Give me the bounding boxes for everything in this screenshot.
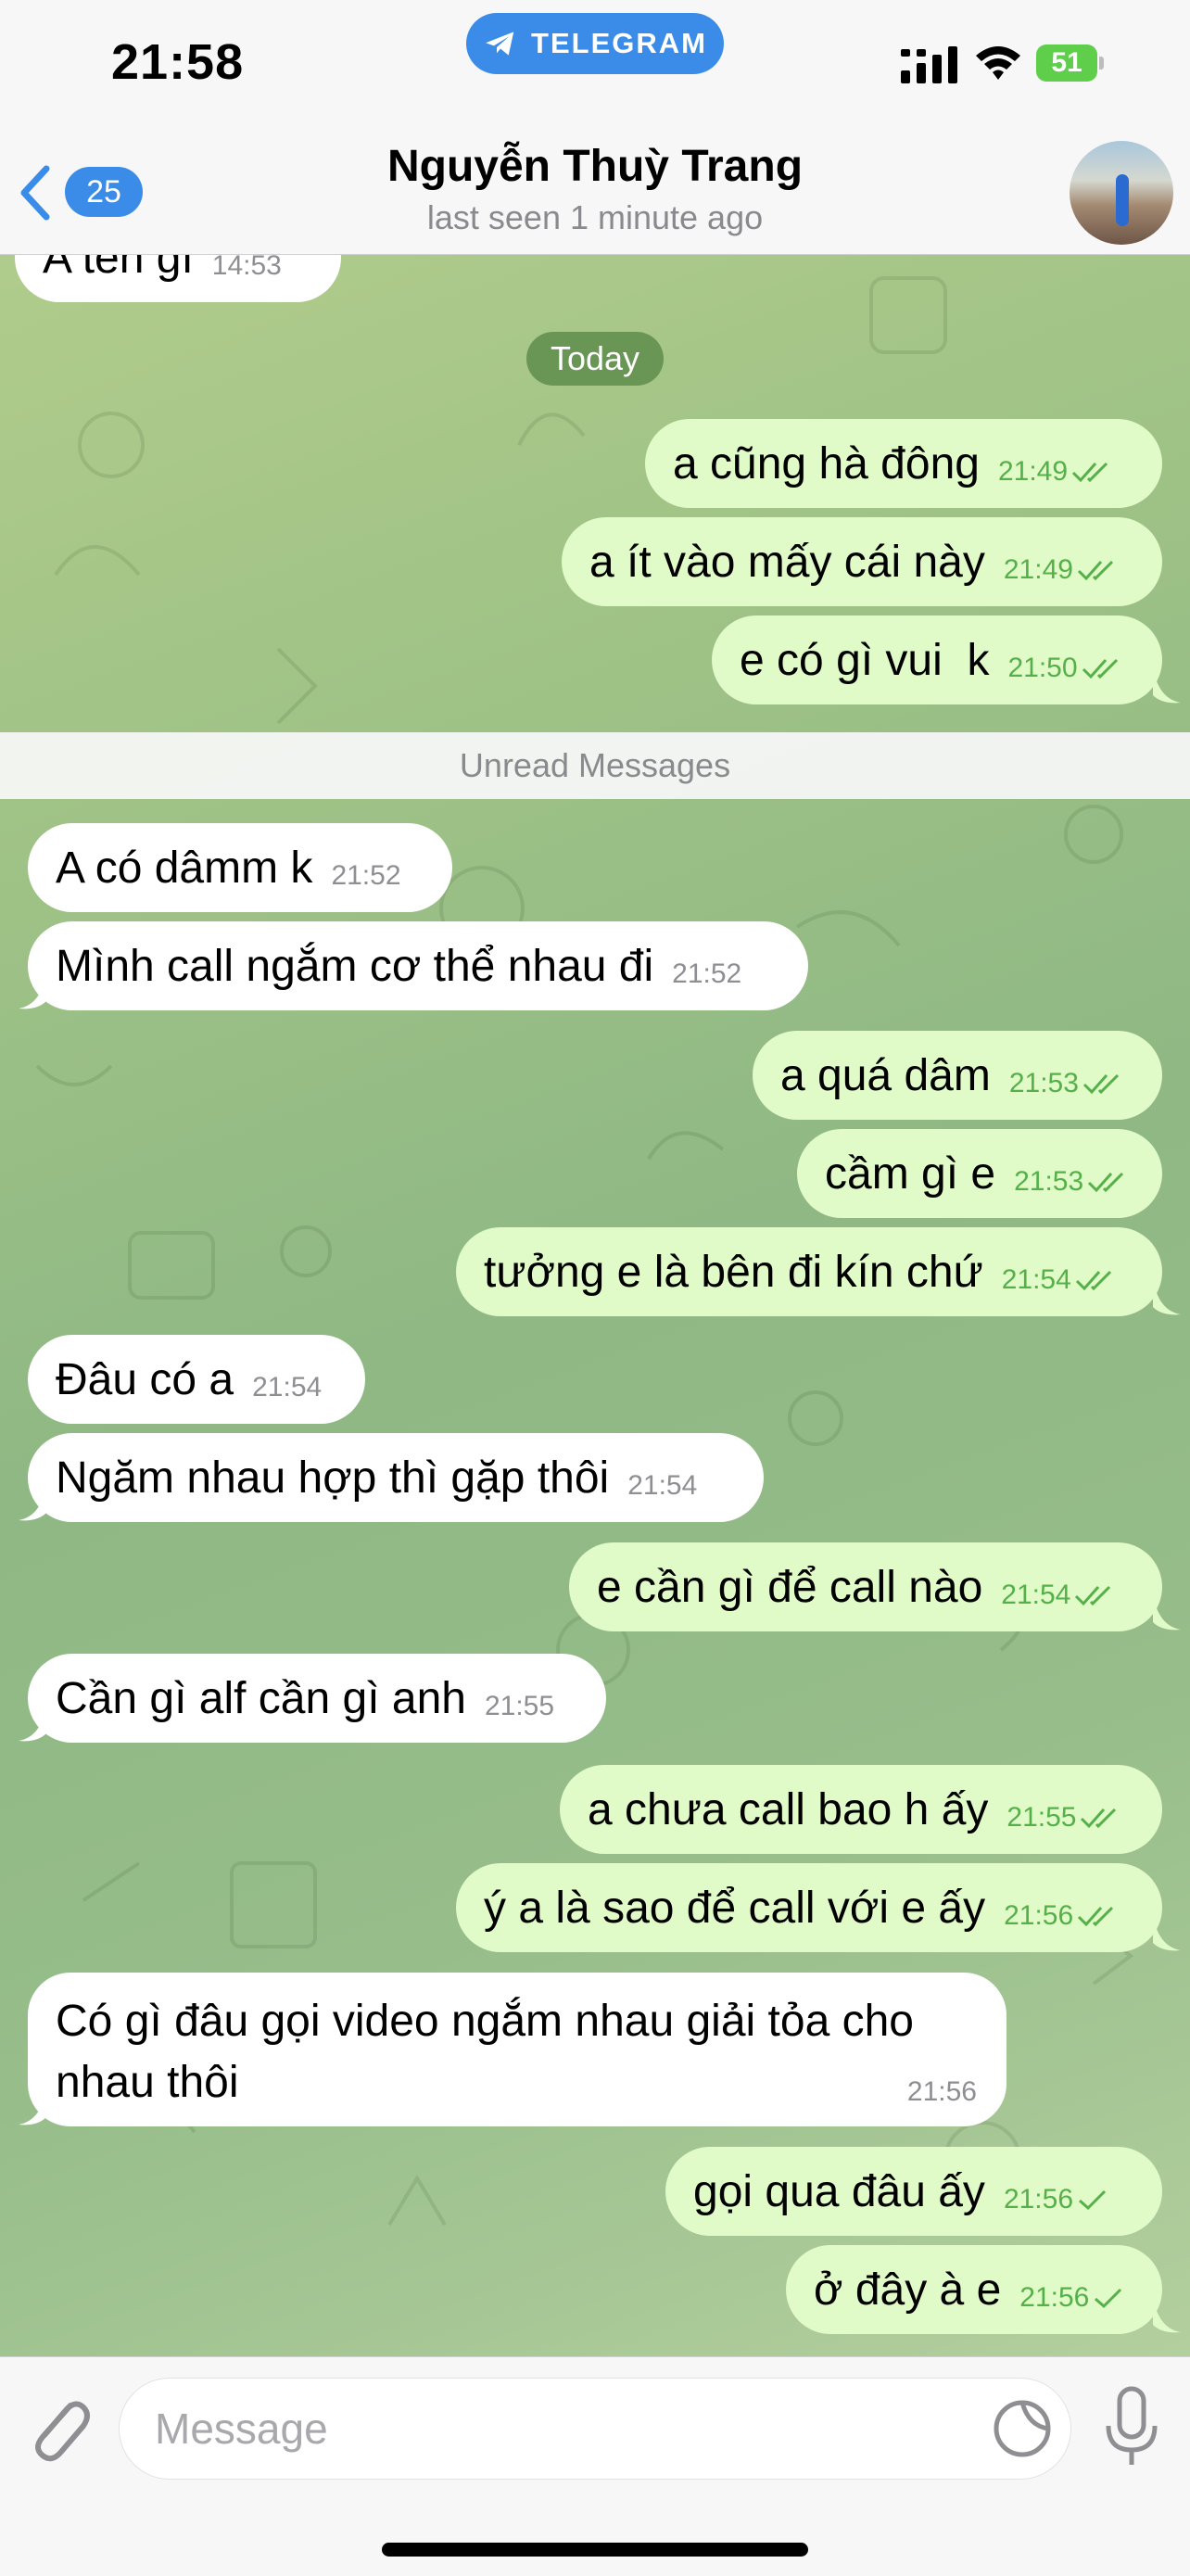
- chat-header: 25 Nguyễn Thuỳ Trang last seen 1 minute …: [0, 93, 1190, 255]
- date-separator: Today: [526, 332, 664, 386]
- message-text: a quá dâm: [780, 1050, 991, 1100]
- message-text: e cần gì để call nào: [597, 1562, 983, 1612]
- message-text: Có gì đâu gọi video ngắm nhau giải tỏa c…: [56, 1997, 914, 2107]
- message-text: e có gì vui k: [740, 635, 990, 685]
- message-time: 21:49: [997, 456, 1069, 487]
- message-text: Cần gì alf cần gì anh: [56, 1673, 466, 1723]
- home-indicator[interactable]: [382, 2543, 808, 2557]
- wifi-icon: [976, 46, 1020, 80]
- message-bubble-outgoing[interactable]: e cần gì để call nào 21:54: [569, 1542, 1162, 1631]
- contact-name[interactable]: Nguyễn Thuỳ Trang: [0, 141, 1190, 192]
- message-time: 21:54: [252, 1372, 323, 1402]
- message-time: 21:54: [627, 1470, 698, 1501]
- message-bubble-outgoing[interactable]: a cũng hà đông 21:49: [645, 419, 1162, 508]
- message-bubble-incoming[interactable]: Cần gì alf cần gì anh 21:55: [28, 1654, 606, 1743]
- message-text: gọi qua đâu ấy: [693, 2166, 985, 2216]
- message-bubble-outgoing[interactable]: tưởng e là bên đi kín chứ 21:54: [456, 1227, 1162, 1316]
- cellular-signal-icon: [901, 46, 957, 83]
- message-time: 14:53: [211, 250, 282, 281]
- message-time: 21:55: [484, 1691, 555, 1721]
- message-time: 21:49: [1003, 554, 1073, 585]
- microphone-icon[interactable]: [1101, 2385, 1162, 2470]
- double-check-icon: [1077, 560, 1114, 581]
- message-bubble-incoming[interactable]: Đâu có a 21:54: [28, 1335, 365, 1424]
- message-input-bar: [0, 2356, 1190, 2576]
- clock: 21:58: [111, 34, 245, 90]
- message-time: 21:53: [1014, 1166, 1084, 1197]
- double-check-icon: [1078, 1906, 1114, 1927]
- message-time: 21:50: [1007, 653, 1078, 683]
- bubble-tail: [19, 2089, 46, 2126]
- message-time: 21:52: [331, 860, 401, 891]
- message-text: A có dâmm k: [56, 843, 313, 893]
- message-time: 21:56: [906, 2076, 977, 2107]
- message-bubble-outgoing[interactable]: ở đây à e 21:56: [786, 2245, 1162, 2334]
- last-seen-status: last seen 1 minute ago: [426, 198, 764, 236]
- message-text: a cũng hà đông: [673, 438, 980, 489]
- battery-indicator: 51: [1036, 44, 1105, 82]
- double-check-icon: [1081, 1808, 1117, 1829]
- double-check-icon: [1082, 658, 1118, 679]
- contact-avatar[interactable]: [1070, 141, 1173, 245]
- message-input[interactable]: [119, 2378, 1071, 2480]
- double-check-icon: [1082, 1073, 1119, 1095]
- message-text: a ít vào mấy cái này: [589, 537, 985, 587]
- message-time: 21:56: [1019, 2282, 1090, 2313]
- bubble-tail: [1153, 1279, 1181, 1315]
- message-text: ở đây à e: [814, 2265, 1002, 2315]
- single-check-icon: [1095, 2288, 1122, 2309]
- message-text: Đâu có a: [56, 1354, 234, 1404]
- message-time: 21:54: [1001, 1580, 1071, 1610]
- battery-cap: [1099, 57, 1104, 70]
- message-time: 21:52: [672, 958, 742, 989]
- message-bubble-incoming[interactable]: Ngăm nhau hợp thì gặp thôi 21:54: [28, 1433, 764, 1522]
- double-check-icon: [1088, 1172, 1124, 1193]
- sticker-icon[interactable]: [992, 2398, 1053, 2459]
- message-text: cầm gì e: [825, 1148, 996, 1199]
- single-check-icon: [1079, 2189, 1107, 2211]
- message-time: 21:53: [1008, 1068, 1079, 1098]
- double-check-icon: [1071, 462, 1108, 483]
- message-time: 21:54: [1001, 1264, 1071, 1295]
- bubble-tail: [1153, 1594, 1181, 1631]
- status-bar: 21:58 TELEGRAM 51: [0, 0, 1190, 93]
- bubble-tail: [19, 1706, 46, 1742]
- message-text: Ngăm nhau hợp thì gặp thôi: [56, 1453, 610, 1503]
- message-bubble-outgoing[interactable]: ý a là sao để call với e ấy 21:56: [456, 1863, 1162, 1952]
- message-time: 21:56: [1004, 1900, 1074, 1931]
- avatar-figure: [1116, 174, 1129, 226]
- telegram-paper-plane-icon: [486, 32, 514, 56]
- unread-messages-separator: Unread Messages: [0, 732, 1190, 799]
- message-text: Mình call ngắm cơ thể nhau đi: [56, 941, 654, 991]
- telegram-pill-label: TELEGRAM: [531, 27, 707, 59]
- bubble-tail: [19, 973, 46, 1009]
- message-bubble-incoming[interactable]: A có dâmm k 21:52: [28, 823, 452, 912]
- bubble-tail: [1153, 2297, 1181, 2333]
- message-time: 21:55: [1006, 1802, 1077, 1833]
- message-bubble-outgoing[interactable]: a ít vào mấy cái này 21:49: [562, 517, 1162, 606]
- double-check-icon: [1075, 1585, 1111, 1606]
- message-bubble-incoming[interactable]: Có gì đâu gọi video ngắm nhau giải tỏa c…: [28, 1973, 1006, 2126]
- message-bubble-incoming[interactable]: Mình call ngắm cơ thể nhau đi 21:52: [28, 921, 808, 1010]
- double-check-icon: [1075, 1270, 1111, 1291]
- bubble-tail: [1153, 1915, 1181, 1951]
- message-bubble-outgoing[interactable]: e có gì vui k 21:50: [712, 615, 1162, 704]
- paperclip-icon[interactable]: [26, 2391, 93, 2468]
- battery-level: 51: [1036, 44, 1097, 82]
- message-text: tưởng e là bên đi kín chứ: [484, 1247, 983, 1297]
- message-bubble-outgoing[interactable]: gọi qua đâu ấy 21:56: [665, 2147, 1162, 2236]
- message-time: 21:56: [1003, 2184, 1074, 2214]
- message-bubble-outgoing[interactable]: cầm gì e 21:53: [797, 1129, 1162, 1218]
- bubble-tail: [19, 1485, 46, 1521]
- message-text: a chưa call bao h ấy: [588, 1784, 989, 1834]
- message-text: ý a là sao để call với e ấy: [484, 1883, 986, 1933]
- message-bubble-outgoing[interactable]: a chưa call bao h ấy 21:55: [560, 1765, 1162, 1854]
- bubble-tail: [1153, 667, 1181, 704]
- message-bubble-outgoing[interactable]: a quá dâm 21:53: [753, 1031, 1162, 1120]
- telegram-app-pill[interactable]: TELEGRAM: [466, 13, 724, 74]
